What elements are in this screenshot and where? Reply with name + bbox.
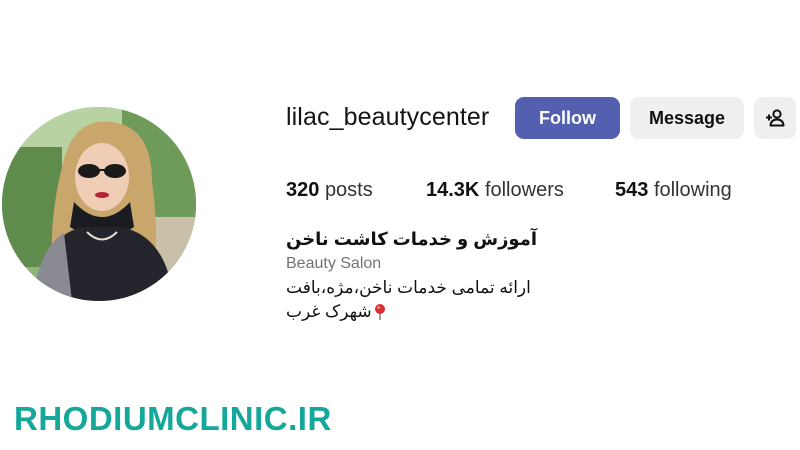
add-person-icon (766, 109, 785, 127)
followers-number: 14.3K (426, 179, 480, 201)
round-pushpin-icon (374, 304, 385, 320)
posts-number: 320 (286, 179, 320, 201)
bio-category: Beauty Salon (286, 255, 382, 272)
profile-page: lilac_beautycenter Follow Message 320 po… (0, 0, 800, 450)
bio-line-services: ارائه تمامی خدمات ناخن،مژه،بافت (286, 278, 531, 297)
suggest-users-button[interactable] (754, 97, 796, 139)
followers-link[interactable]: 14.3K followers (426, 179, 564, 202)
username: lilac_beautycenter (286, 103, 490, 131)
bio-location-text: شهرک غرب (286, 302, 372, 321)
following-label: following (653, 179, 732, 201)
posts-label: posts (324, 179, 373, 201)
posts-count: 320 posts (286, 179, 373, 202)
profile-photo-icon (2, 107, 196, 301)
following-number: 543 (615, 179, 649, 201)
message-button[interactable]: Message (630, 97, 744, 139)
follow-button[interactable]: Follow (515, 97, 620, 139)
followers-label: followers (484, 179, 564, 201)
following-link[interactable]: 543 following (615, 179, 732, 202)
bio-name: آموزش و خدمات کاشت ناخن (286, 229, 538, 249)
bio-line-location: شهرک غرب (286, 302, 386, 322)
watermark-text: RHODIUMCLINIC.IR (14, 400, 332, 437)
avatar[interactable] (2, 107, 196, 301)
